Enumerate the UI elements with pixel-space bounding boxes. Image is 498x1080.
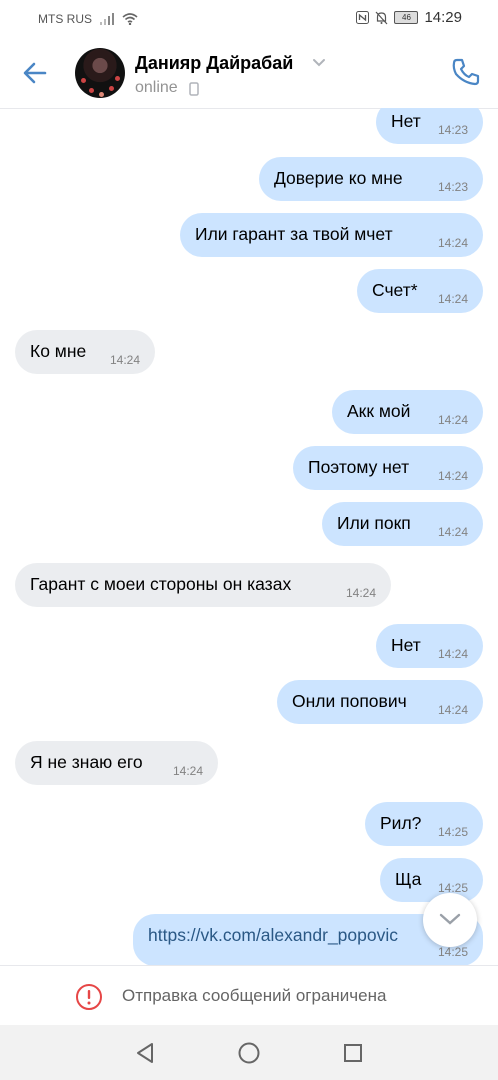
outgoing-message[interactable]: Ща 14:25 <box>380 858 483 902</box>
messaging-restricted-bar: Отправка сообщений ограничена <box>0 965 498 1026</box>
message-time: 14:24 <box>109 353 140 367</box>
outgoing-message[interactable]: Акк мой 14:24 <box>332 390 483 434</box>
incoming-message[interactable]: Гарант с моеи стороны он казах 14:24 <box>15 563 391 607</box>
message-text: Ко мне <box>30 341 87 361</box>
clock: 14:29 <box>424 9 462 26</box>
message-time: 14:25 <box>437 825 468 839</box>
message-time: 14:24 <box>437 292 468 306</box>
outgoing-message[interactable]: Рил? 14:25 <box>365 802 483 846</box>
restricted-text: Отправка сообщений ограничена <box>122 986 387 1005</box>
message-text: Ща <box>395 869 422 889</box>
message-text: Счет* <box>372 280 418 300</box>
message-time: 14:24 <box>345 586 376 600</box>
message-time: 14:24 <box>172 764 203 778</box>
message-time: 14:24 <box>437 236 468 250</box>
message-text: Акк мой <box>347 401 411 421</box>
nfc-icon <box>356 11 370 24</box>
outgoing-message[interactable]: Счет* 14:24 <box>357 269 483 313</box>
status-bar: MTS RUS 46 14:29 <box>0 0 498 38</box>
incoming-message[interactable]: Я не знаю его 14:24 <box>15 741 218 785</box>
message-time: 14:24 <box>437 413 468 427</box>
message-time: 14:24 <box>437 469 468 483</box>
scroll-down-button[interactable] <box>423 893 477 947</box>
message-time: 14:23 <box>437 180 468 194</box>
outgoing-message[interactable]: Или покп 14:24 <box>322 502 483 546</box>
carrier-label: MTS RUS <box>38 12 92 26</box>
message-text: Или покп <box>337 513 411 533</box>
message-time: 14:25 <box>437 945 468 959</box>
status-right: 46 14:29 <box>356 9 462 26</box>
mute-bell-icon <box>376 11 388 24</box>
signal-icon <box>100 13 114 25</box>
message-time: 14:24 <box>437 647 468 661</box>
battery-indicator: 46 <box>394 11 419 24</box>
outgoing-message[interactable]: Онли попович 14:24 <box>277 680 483 724</box>
system-nav-bar <box>0 1025 498 1080</box>
message-text: Онли попович <box>292 691 407 711</box>
phone-icon <box>452 58 480 86</box>
chevron-down-icon[interactable] <box>312 58 326 68</box>
message-text: Или гарант за твой мчет <box>195 224 393 244</box>
outgoing-message[interactable]: Или гарант за твой мчет 14:24 <box>180 213 483 257</box>
nav-recents-icon[interactable] <box>340 1040 366 1066</box>
wifi-icon <box>122 13 138 25</box>
chat-header: Данияр Дайрабай online <box>0 38 498 109</box>
message-list[interactable]: Нет 14:23 Доверие ко мне 14:23 Или гарант за… <box>0 108 498 965</box>
message-time: 14:24 <box>437 703 468 717</box>
back-button[interactable] <box>20 58 50 88</box>
contact-name[interactable]: Данияр Дайрабай <box>135 53 293 74</box>
message-text: Поэтому нет <box>308 457 410 477</box>
back-arrow-icon <box>23 62 47 84</box>
outgoing-message[interactable]: Доверие ко мне 14:23 <box>259 157 483 201</box>
message-text: Доверие ко мне <box>274 168 403 188</box>
message-link[interactable]: https://vk.com/alexandr_popovic <box>148 925 398 946</box>
warning-icon <box>76 984 102 1010</box>
outgoing-message[interactable]: Нет 14:23 <box>376 108 483 144</box>
avatar[interactable] <box>75 48 125 98</box>
presence-status: online <box>135 79 178 96</box>
nav-home-icon[interactable] <box>236 1040 262 1066</box>
message-text: Нет <box>391 635 421 655</box>
message-time: 14:24 <box>437 525 468 539</box>
message-text: Я не знаю его <box>30 752 143 772</box>
incoming-message[interactable]: Ко мне 14:24 <box>15 330 155 374</box>
message-text: Гарант с моеи стороны он казах <box>30 574 292 594</box>
outgoing-message[interactable]: Нет 14:24 <box>376 624 483 668</box>
mobile-device-icon <box>189 82 199 96</box>
outgoing-message[interactable]: Поэтому нет 14:24 <box>293 446 483 490</box>
message-text: Рил? <box>380 813 422 833</box>
message-time: 14:23 <box>437 123 468 137</box>
status-left: MTS RUS <box>38 12 138 26</box>
message-text: Нет <box>391 111 421 131</box>
call-button[interactable] <box>450 56 482 88</box>
nav-back-icon[interactable] <box>132 1040 158 1066</box>
chevron-down-icon <box>439 913 461 925</box>
